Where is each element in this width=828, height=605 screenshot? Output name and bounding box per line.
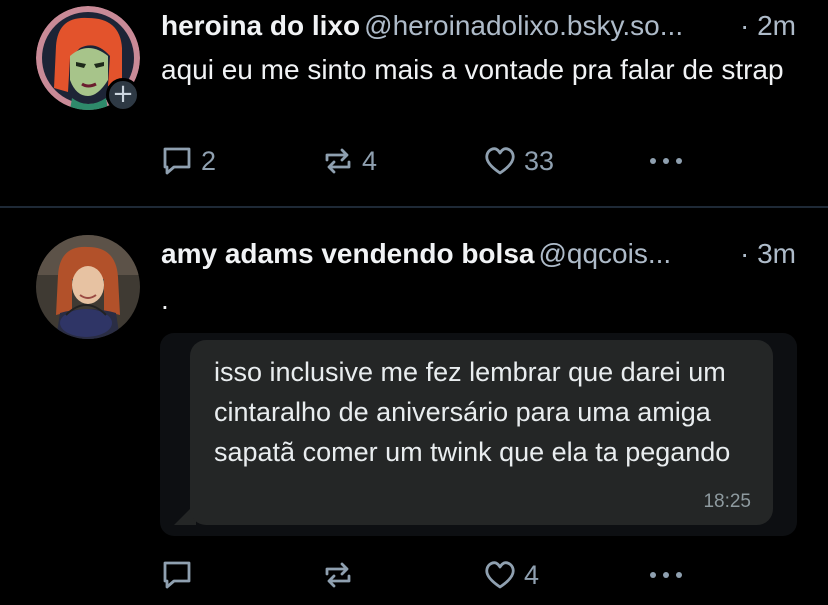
post-text: aqui eu me sinto mais a vontade pra fala… — [161, 54, 784, 85]
handle[interactable]: @heroinadolixo.bsky.so... — [364, 10, 683, 41]
repost-button[interactable] — [322, 553, 354, 597]
repost-icon — [325, 148, 351, 174]
more-icon — [650, 572, 682, 578]
post-actions: 2 4 33 — [0, 139, 828, 183]
reply-button[interactable] — [161, 553, 193, 597]
repost-icon — [325, 562, 351, 588]
reply-button[interactable]: 2 — [161, 139, 216, 183]
follow-button[interactable]: + — [106, 78, 140, 112]
chat-bubble: isso inclusive me fez lembrar que darei … — [190, 340, 773, 525]
repost-count: 4 — [362, 145, 378, 176]
post-time[interactable]: · 2m — [740, 6, 796, 46]
avatar[interactable] — [36, 235, 140, 339]
post-item[interactable]: + heroina do lixo @heroinadolixo.bsky.so.… — [0, 0, 828, 206]
handle[interactable]: @qqcois... — [538, 238, 671, 269]
repost-button[interactable]: 4 — [322, 139, 377, 183]
like-icon — [485, 147, 515, 175]
like-button[interactable]: 4 — [484, 553, 539, 597]
chat-timestamp: 18:25 — [703, 491, 751, 512]
like-count: 33 — [524, 145, 555, 176]
post-time[interactable]: · 3m — [740, 234, 796, 274]
divider — [0, 206, 828, 208]
chat-message: isso inclusive me fez lembrar que darei … — [214, 357, 731, 467]
reply-icon — [163, 561, 191, 589]
like-button[interactable]: 33 — [484, 139, 554, 183]
display-name[interactable]: amy adams vendendo bolsa — [161, 238, 534, 269]
post-header: amy adams vendendo bolsa @qqcois... — [161, 234, 671, 274]
display-name[interactable]: heroina do lixo — [161, 10, 360, 41]
like-icon — [485, 561, 515, 589]
more-icon — [650, 158, 682, 164]
more-button[interactable] — [648, 553, 684, 597]
embedded-image[interactable]: isso inclusive me fez lembrar que darei … — [160, 333, 797, 536]
post-actions: 4 — [0, 553, 828, 597]
post-text: . — [161, 284, 169, 315]
post-header: heroina do lixo @heroinadolixo.bsky.so... — [161, 6, 683, 46]
more-button[interactable] — [648, 139, 684, 183]
reply-icon — [163, 147, 191, 175]
reply-count: 2 — [201, 145, 217, 176]
plus-icon: + — [112, 79, 134, 109]
like-count: 4 — [524, 559, 540, 590]
post-item[interactable]: amy adams vendendo bolsa @qqcois... · 3m … — [0, 209, 828, 605]
